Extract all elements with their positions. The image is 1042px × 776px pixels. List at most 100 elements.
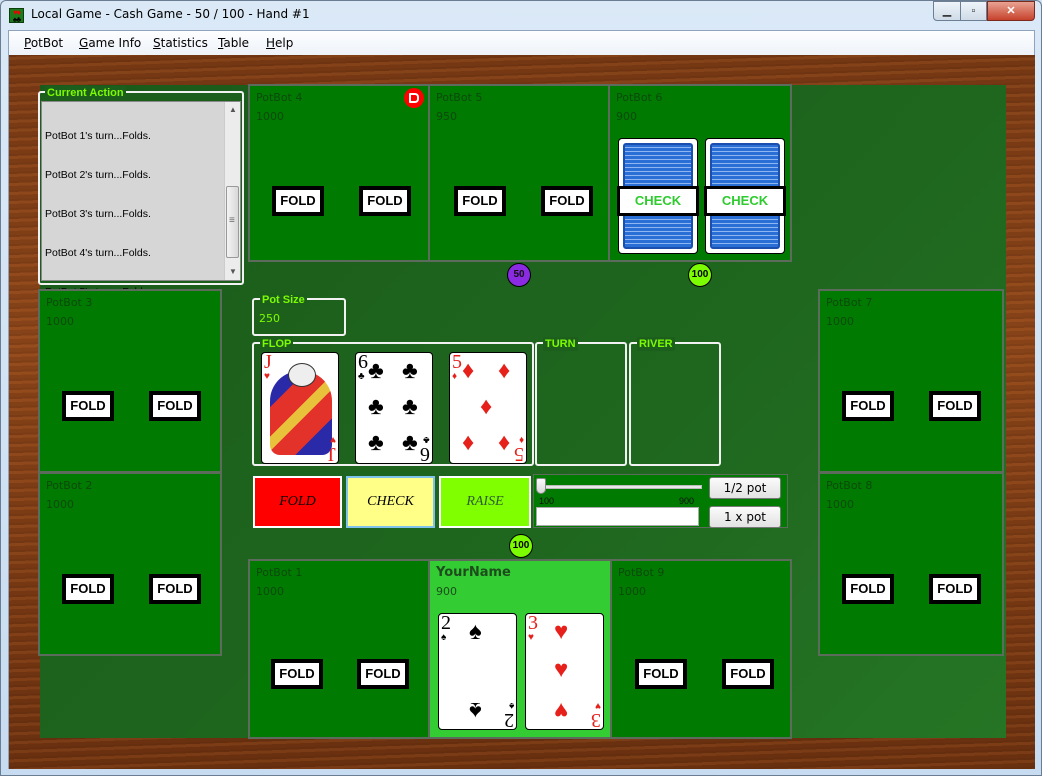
player-stack: 950 <box>436 110 457 123</box>
card-suit-icon: ♦ <box>518 434 524 445</box>
check-marker: CHECK <box>704 186 786 216</box>
card-rank: 6 <box>420 443 430 464</box>
current-action-panel: Current Action PotBot 1's turn...Folds. … <box>38 86 244 610</box>
seat-potbot-4: PotBot 4 1000 FOLD FOLD <box>248 84 430 262</box>
folded-card-marker: FOLD <box>842 574 894 604</box>
pot-size-label: Pot Size <box>260 293 307 307</box>
card-suit-icon: ♠ <box>441 632 447 643</box>
raise-slider-thumb[interactable] <box>536 478 546 494</box>
flop-panel: FLOP J ♥ J ♥ 6 ♣ ♣ ♣ ♣ ♣ ♣ ♣ 6 ♣ 5 ♦ ♦ ♦… <box>252 337 534 466</box>
seat-potbot-8: PotBot 8 1000 FOLD FOLD <box>818 472 1004 656</box>
raise-amount-input[interactable] <box>536 507 699 526</box>
action-log[interactable]: PotBot 1's turn...Folds. PotBot 2's turn… <box>41 101 241 610</box>
player-stack: 1000 <box>256 585 284 598</box>
river-label: RIVER <box>637 337 675 351</box>
half-pot-button[interactable]: 1/2 pot <box>709 477 781 499</box>
check-marker: CHECK <box>617 186 699 216</box>
flop-card-2: 6 ♣ ♣ ♣ ♣ ♣ ♣ ♣ 6 ♣ <box>355 352 433 464</box>
club-pip-icon: ♣ <box>402 393 418 420</box>
heart-pip-icon: ♥ <box>554 618 569 645</box>
raise-controls: 100 900 1/2 pot 1 x pot <box>533 474 788 528</box>
folded-card-marker: FOLD <box>722 659 774 689</box>
raise-button[interactable]: RAISE <box>439 476 531 528</box>
player-name: PotBot 7 <box>826 296 873 309</box>
player-name: PotBot 6 <box>616 91 663 104</box>
scroll-down-arrow-icon[interactable]: ▼ <box>225 264 241 280</box>
seat-potbot-2: PotBot 2 1000 FOLD FOLD <box>38 472 222 656</box>
dealer-button-icon <box>404 88 424 108</box>
heart-pip-icon: ♥ <box>554 656 569 683</box>
diamond-pip-icon: ♦ <box>498 357 511 384</box>
fold-button[interactable]: FOLD <box>253 476 342 528</box>
card-suit-icon: ♠ <box>508 700 514 711</box>
folded-card-marker: FOLD <box>271 659 323 689</box>
card-suit-icon: ♥ <box>528 632 534 643</box>
player-stack: 1000 <box>46 315 74 328</box>
player-stack: 1000 <box>826 315 854 328</box>
slider-max-label: 900 <box>679 496 695 506</box>
card-rank: 3 <box>528 613 538 634</box>
check-button[interactable]: CHECK <box>346 476 435 528</box>
hole-card-1: 2 ♠ ♠ ♠ 2 ♠ <box>438 613 517 730</box>
player-stack: 1000 <box>826 498 854 511</box>
bet-chip-potbot-6: 100 <box>688 263 712 287</box>
player-name: PotBot 5 <box>436 91 483 104</box>
flop-card-3: 5 ♦ ♦ ♦ ♦ ♦ ♦ 5 ♦ <box>449 352 527 464</box>
seat-potbot-9: PotBot 9 1000 FOLD FOLD <box>610 559 792 739</box>
scroll-thumb[interactable] <box>226 186 239 258</box>
club-pip-icon: ♣ <box>402 429 418 456</box>
log-scrollbar[interactable]: ▲ ▼ <box>224 102 240 280</box>
card-rank: 2 <box>504 709 514 730</box>
card-suit-icon: ♣ <box>423 434 430 445</box>
folded-card-marker: FOLD <box>842 391 894 421</box>
card-rank: 6 <box>358 352 368 373</box>
card-rank: 3 <box>591 709 601 730</box>
folded-card-marker: FOLD <box>272 186 324 216</box>
club-pip-icon: ♣ <box>368 357 384 384</box>
folded-card-marker: FOLD <box>359 186 411 216</box>
folded-card-marker: FOLD <box>454 186 506 216</box>
folded-card-marker: FOLD <box>929 391 981 421</box>
folded-card-marker: FOLD <box>62 391 114 421</box>
table-layer: Current Action PotBot 1's turn...Folds. … <box>0 0 1042 776</box>
flop-card-1: J ♥ J ♥ <box>261 352 339 464</box>
player-name: PotBot 2 <box>46 479 93 492</box>
spade-pip-icon: ♠ <box>469 618 482 645</box>
seat-potbot-6: PotBot 6 900 CHECK CHECK <box>608 84 792 262</box>
player-stack: 1000 <box>46 498 74 511</box>
folded-card-marker: FOLD <box>541 186 593 216</box>
bet-chip-yourname: 100 <box>509 534 533 558</box>
folded-card-marker: FOLD <box>635 659 687 689</box>
hole-card-2: 3 ♥ ♥ ♥ ♥ 3 ♥ <box>525 613 604 730</box>
seat-potbot-7: PotBot 7 1000 FOLD FOLD <box>818 289 1004 473</box>
heart-pip-icon: ♥ <box>554 697 569 724</box>
turn-label: TURN <box>543 337 578 351</box>
turn-panel: TURN <box>535 337 627 466</box>
player-stack: 1000 <box>256 110 284 123</box>
folded-card-marker: FOLD <box>929 574 981 604</box>
card-suit-icon: ♥ <box>595 700 601 711</box>
player-stack: 900 <box>616 110 637 123</box>
spade-pip-icon: ♠ <box>469 697 482 724</box>
raise-slider-track[interactable] <box>540 485 702 489</box>
current-action-label: Current Action <box>45 86 126 100</box>
card-suit-icon: ♥ <box>330 434 336 445</box>
card-rank: J <box>328 443 336 464</box>
club-pip-icon: ♣ <box>368 429 384 456</box>
full-pot-button[interactable]: 1 x pot <box>709 506 781 528</box>
diamond-pip-icon: ♦ <box>480 393 493 420</box>
jack-face-art <box>270 363 332 455</box>
player-name: PotBot 9 <box>618 566 665 579</box>
player-name: PotBot 8 <box>826 479 873 492</box>
dealer-d-glyph <box>409 93 419 103</box>
log-line: PotBot 2's turn...Folds. <box>45 169 151 181</box>
player-name: PotBot 1 <box>256 566 303 579</box>
player-stack: 900 <box>436 585 457 598</box>
seat-potbot-3: PotBot 3 1000 FOLD FOLD <box>38 289 222 473</box>
card-suit-icon: ♥ <box>264 371 270 382</box>
seat-yourname: YourName 900 2 ♠ ♠ ♠ 2 ♠ 3 ♥ ♥ ♥ ♥ 3 ♥ <box>428 559 612 739</box>
diamond-pip-icon: ♦ <box>462 357 475 384</box>
pot-size-value: 250 <box>259 312 280 325</box>
scroll-up-arrow-icon[interactable]: ▲ <box>225 102 241 118</box>
card-rank: 2 <box>441 613 451 634</box>
